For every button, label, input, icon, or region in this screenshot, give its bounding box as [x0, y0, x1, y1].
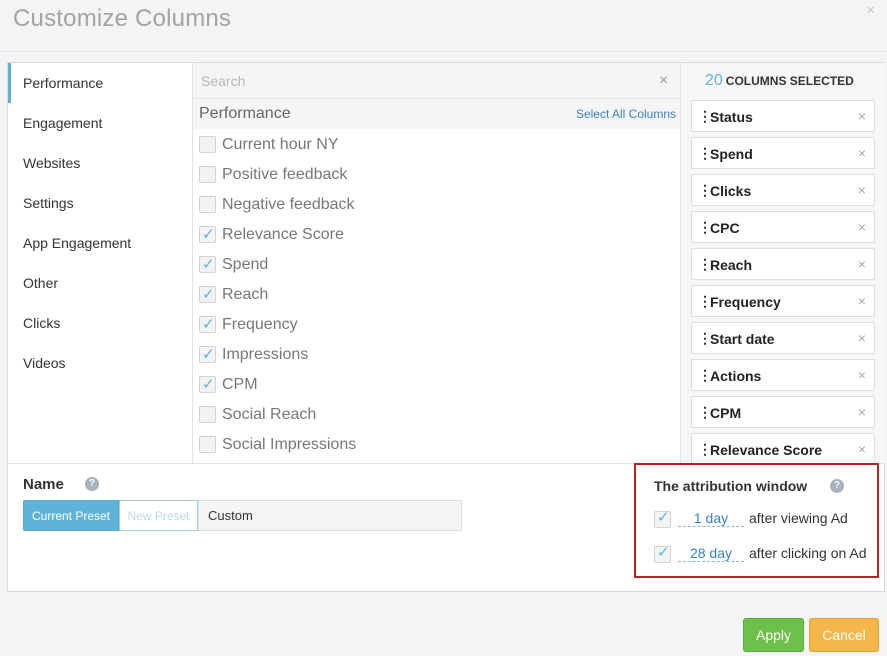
selected-column-cpm[interactable]: ⋮ CPM × [691, 396, 875, 428]
nav-item-app-engagement[interactable]: App Engagement [8, 223, 193, 263]
remove-icon[interactable]: × [858, 404, 866, 420]
search-bar: × [193, 63, 680, 99]
remove-icon[interactable]: × [858, 293, 866, 309]
clear-search-icon[interactable]: × [659, 72, 668, 90]
option-label: Negative feedback [222, 196, 355, 213]
nav-item-clicks[interactable]: Clicks [8, 303, 193, 343]
checkbox[interactable] [199, 406, 216, 423]
dialog-header: Customize Columns × [0, 0, 887, 52]
remove-icon[interactable]: × [858, 441, 866, 457]
nav-item-websites[interactable]: Websites [8, 143, 193, 183]
selected-column-label: Actions [710, 368, 762, 384]
checkbox-checked[interactable] [654, 543, 671, 563]
selected-column-label: Relevance Score [710, 442, 823, 458]
checkbox-checked[interactable] [199, 373, 216, 397]
click-window-dropdown[interactable]: 28 day [678, 545, 744, 562]
selected-column-cpc[interactable]: ⋮ CPC × [691, 211, 875, 243]
selected-column-label: Status [710, 109, 753, 125]
attribution-title: The attribution window [654, 478, 808, 494]
columns-selected-count: 20 COLUMNS SELECTED [705, 72, 854, 90]
checkbox[interactable] [199, 436, 216, 453]
selected-column-label: Frequency [710, 294, 781, 310]
option-label: Reach [222, 286, 269, 303]
section-header: Performance Select All Columns [193, 99, 680, 129]
remove-icon[interactable]: × [858, 182, 866, 198]
checkbox[interactable] [199, 196, 216, 213]
selected-column-spend[interactable]: ⋮ Spend × [691, 137, 875, 169]
remove-icon[interactable]: × [858, 145, 866, 161]
selected-column-label: CPC [710, 220, 740, 236]
checkbox-checked[interactable] [199, 343, 216, 367]
view-window-suffix: after viewing Ad [749, 510, 848, 526]
apply-button[interactable]: Apply [743, 618, 804, 652]
view-window-dropdown[interactable]: 1 day [678, 510, 744, 527]
selected-column-reach[interactable]: ⋮ Reach × [691, 248, 875, 280]
remove-icon[interactable]: × [858, 256, 866, 272]
nav-item-other[interactable]: Other [8, 263, 193, 303]
checkbox-checked[interactable] [199, 253, 216, 277]
option-label: Frequency [222, 316, 298, 333]
close-icon[interactable]: × [866, 2, 875, 20]
search-input[interactable] [201, 70, 641, 92]
checkbox[interactable] [199, 136, 216, 153]
option-label: Social Reach [222, 406, 317, 423]
name-label: Name [23, 476, 64, 493]
remove-icon[interactable]: × [858, 330, 866, 346]
columns-panel: Performance Engagement Websites Settings… [7, 62, 885, 592]
current-preset-button[interactable]: Current Preset [23, 500, 119, 531]
option-label: Social Impressions [222, 436, 357, 453]
nav-item-performance[interactable]: Performance [8, 63, 193, 103]
category-nav: Performance Engagement Websites Settings… [8, 63, 193, 463]
attribution-window-box: The attribution window ? 1 day after vie… [634, 463, 879, 578]
option-label: Positive feedback [222, 166, 348, 183]
checkbox-checked[interactable] [199, 223, 216, 247]
option-label: Spend [222, 256, 269, 273]
checkbox-checked[interactable] [654, 508, 671, 528]
selected-column-relevance-score[interactable]: ⋮ Relevance Score × [691, 433, 875, 463]
selected-count-number: 20 [705, 72, 723, 89]
remove-icon[interactable]: × [858, 219, 866, 235]
selected-column-label: Clicks [710, 183, 752, 199]
checkbox-checked[interactable] [199, 283, 216, 307]
help-icon[interactable]: ? [830, 479, 844, 493]
option-label: Impressions [222, 346, 309, 363]
remove-icon[interactable]: × [858, 367, 866, 383]
selected-count-label: COLUMNS SELECTED [725, 74, 854, 88]
option-label: Relevance Score [222, 226, 344, 243]
new-preset-button[interactable]: New Preset [119, 500, 198, 531]
selected-column-start-date[interactable]: ⋮ Start date × [691, 322, 875, 354]
preset-name-input[interactable] [198, 500, 462, 531]
selected-column-status[interactable]: ⋮ Status × [691, 100, 875, 132]
checkbox-checked[interactable] [199, 313, 216, 337]
selected-column-label: Reach [710, 257, 753, 273]
column-options: × Performance Select All Columns Current… [193, 63, 680, 463]
option-label: Current hour NY [222, 136, 339, 153]
option-label: CPM [222, 376, 258, 393]
help-icon[interactable]: ? [85, 477, 99, 491]
dialog-title: Customize Columns [13, 5, 232, 32]
select-all-columns-link[interactable]: Select All Columns [576, 107, 676, 121]
nav-item-settings[interactable]: Settings [8, 183, 193, 223]
selected-columns: 20 COLUMNS SELECTED ⋮ Status × ⋮ Spend × … [680, 63, 885, 463]
section-title: Performance [199, 105, 291, 122]
nav-item-engagement[interactable]: Engagement [8, 103, 193, 143]
cancel-button[interactable]: Cancel [809, 618, 879, 652]
checkbox[interactable] [199, 166, 216, 183]
selected-column-frequency[interactable]: ⋮ Frequency × [691, 285, 875, 317]
remove-icon[interactable]: × [858, 108, 866, 124]
selected-column-label: Start date [710, 331, 775, 347]
selected-column-label: Spend [710, 146, 753, 162]
nav-item-videos[interactable]: Videos [8, 343, 193, 383]
selected-column-actions[interactable]: ⋮ Actions × [691, 359, 875, 391]
selected-column-label: CPM [710, 405, 742, 421]
selected-column-clicks[interactable]: ⋮ Clicks × [691, 174, 875, 206]
click-window-suffix: after clicking on Ad [749, 545, 867, 561]
